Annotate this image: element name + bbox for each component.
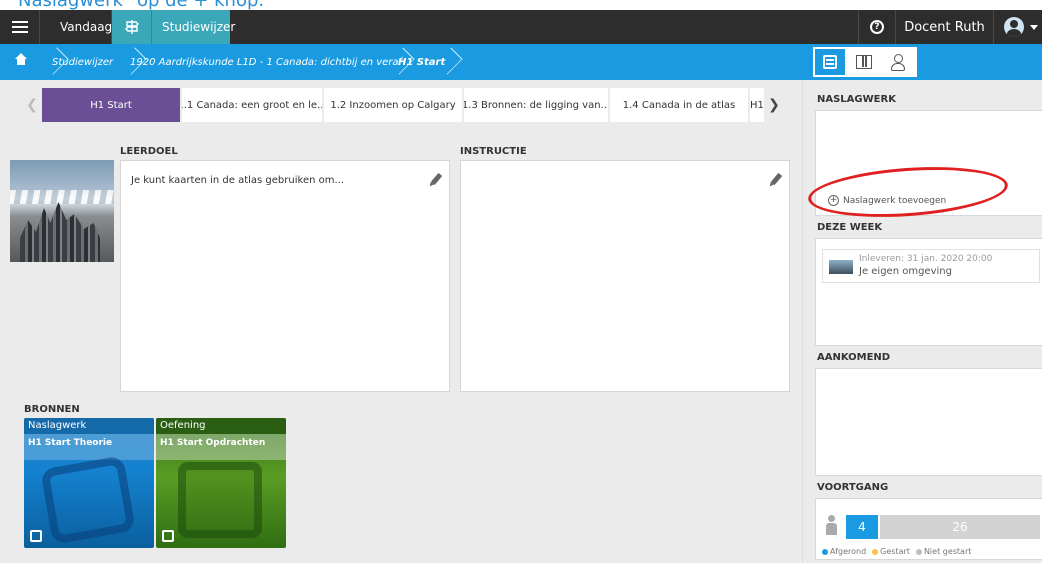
edit-pencil-icon[interactable] [430,172,443,186]
resource-title: H1 Start Theorie [24,434,154,460]
file-icon [162,530,174,542]
user-name[interactable]: Docent Ruth [896,10,994,44]
assignment-item[interactable]: Inleveren: 31 jan. 2020 20:00 Je eigen o… [822,249,1040,283]
lesson-tab[interactable]: H1 Start [42,88,180,122]
lesson-tab[interactable]: H1 [750,88,764,122]
leerdoel-text: Je kunt kaarten in de atlas gebruiken om… [131,175,345,186]
progress-not-started[interactable]: 26 [880,515,1040,539]
breadcrumb-separator [119,47,147,75]
assignment-due-date: Inleveren: 31 jan. 2020 20:00 [859,254,993,264]
legend-dot [822,548,828,555]
bronnen-title: BRONNEN [24,404,80,415]
edit-pencil-icon[interactable] [770,172,783,186]
resource-tile-naslagwerk[interactable]: Naslagwerk H1 Start Theorie [24,418,154,548]
menu-button[interactable] [0,10,40,44]
help-icon: ? [870,20,884,34]
lesson-tab[interactable]: 1.2 Inzoomen op Calgary [324,88,462,122]
legend-done: Afgerond [822,547,866,556]
chevron-down-icon [1030,24,1038,30]
student-view-button[interactable] [881,47,915,77]
instructie-card[interactable] [460,160,790,392]
home-button[interactable] [0,44,42,80]
naslagwerk-title: NASLAGWERK [817,94,896,105]
assignment-name: Je eigen omgeving [859,266,952,277]
list-icon [823,55,837,69]
tab-studiewijzer-label: Studiewijzer [162,20,236,34]
leerdoel-card[interactable]: Je kunt kaarten in de atlas gebruiken om… [120,160,450,392]
breadcrumb-item[interactable]: Studiewijzer [41,44,113,80]
instructie-title: INSTRUCTIE [460,146,527,157]
deze-week-box: Inleveren: 31 jan. 2020 20:00 Je eigen o… [815,238,1042,346]
help-button[interactable]: ? [858,10,896,44]
legend-started: Gestart [872,547,910,556]
exercise-edit-icon [178,462,262,538]
legend-label: Afgerond [830,547,867,556]
progress-legend: Afgerond Gestart Niet gestart [822,547,971,556]
lesson-tabs: ❮ H1 Start 1.1 Canada: een groot en le..… [22,88,788,122]
voortgang-box: 4 26 Afgerond Gestart Niet gestart [815,498,1042,560]
side-panel: NASLAGWERK + Naslagwerk toevoegen DEZE W… [802,80,1042,563]
breadcrumb-item[interactable]: 1920 Aardrijkskunde L1D - 1 Canada: dich… [119,44,403,80]
list-view-button[interactable] [815,49,845,75]
avatar-icon [1004,17,1024,37]
legend-label: Gestart [880,547,910,556]
reference-book-icon [40,455,136,545]
tab-studiewijzer[interactable]: Studiewijzer [152,10,235,44]
assignment-thumbnail [829,260,853,274]
resource-type: Oefening [156,418,286,434]
top-bar: Vandaag Studiewijzer ? Docent Ruth [0,10,1042,44]
home-icon [15,52,27,67]
resource-title: H1 Start Opdrachten [156,434,286,460]
file-icon [30,530,42,542]
resource-tile-oefening[interactable]: Oefening H1 Start Opdrachten [156,418,286,548]
view-switcher [813,47,917,77]
signpost-icon [124,20,139,34]
avatar-button[interactable] [994,10,1042,44]
lesson-tab[interactable]: 1.4 Canada in de atlas [610,88,748,122]
studiewijzer-icon-tab[interactable] [112,10,152,44]
hamburger-icon [11,21,28,33]
resource-type: Naslagwerk [24,418,154,434]
scroll-right-icon[interactable]: ❯ [764,88,784,122]
book-icon [856,55,872,69]
person-icon [891,54,905,71]
tab-vandaag[interactable]: Vandaag [40,10,112,44]
aankomend-box [815,368,1042,476]
deze-week-title: DEZE WEEK [817,222,883,233]
book-view-button[interactable] [847,47,881,77]
progress-done[interactable]: 4 [846,515,878,539]
aankomend-title: AANKOMEND [817,352,891,363]
tab-vandaag-label: Vandaag [60,20,113,34]
legend-dot [915,548,922,555]
legend-not-started: Niet gestart [915,547,972,556]
student-icon [826,515,837,535]
breadcrumb-item-label: 1920 Aardrijkskunde L1D - 1 Canada: dich… [130,56,403,68]
legend-label: Niet gestart [923,547,972,556]
scroll-left-icon[interactable]: ❮ [22,88,42,122]
lesson-tab[interactable]: 1.3 Bronnen: de ligging van... [464,88,608,122]
leerdoel-title: LEERDOEL [120,146,178,157]
progress-bar: 4 26 [822,509,1042,543]
breadcrumb-separator [41,47,69,75]
chapter-image [10,160,114,262]
lesson-tab[interactable]: 1.1 Canada: een groot en le... [182,88,322,122]
legend-dot [872,548,879,555]
voortgang-title: VOORTGANG [817,482,889,493]
